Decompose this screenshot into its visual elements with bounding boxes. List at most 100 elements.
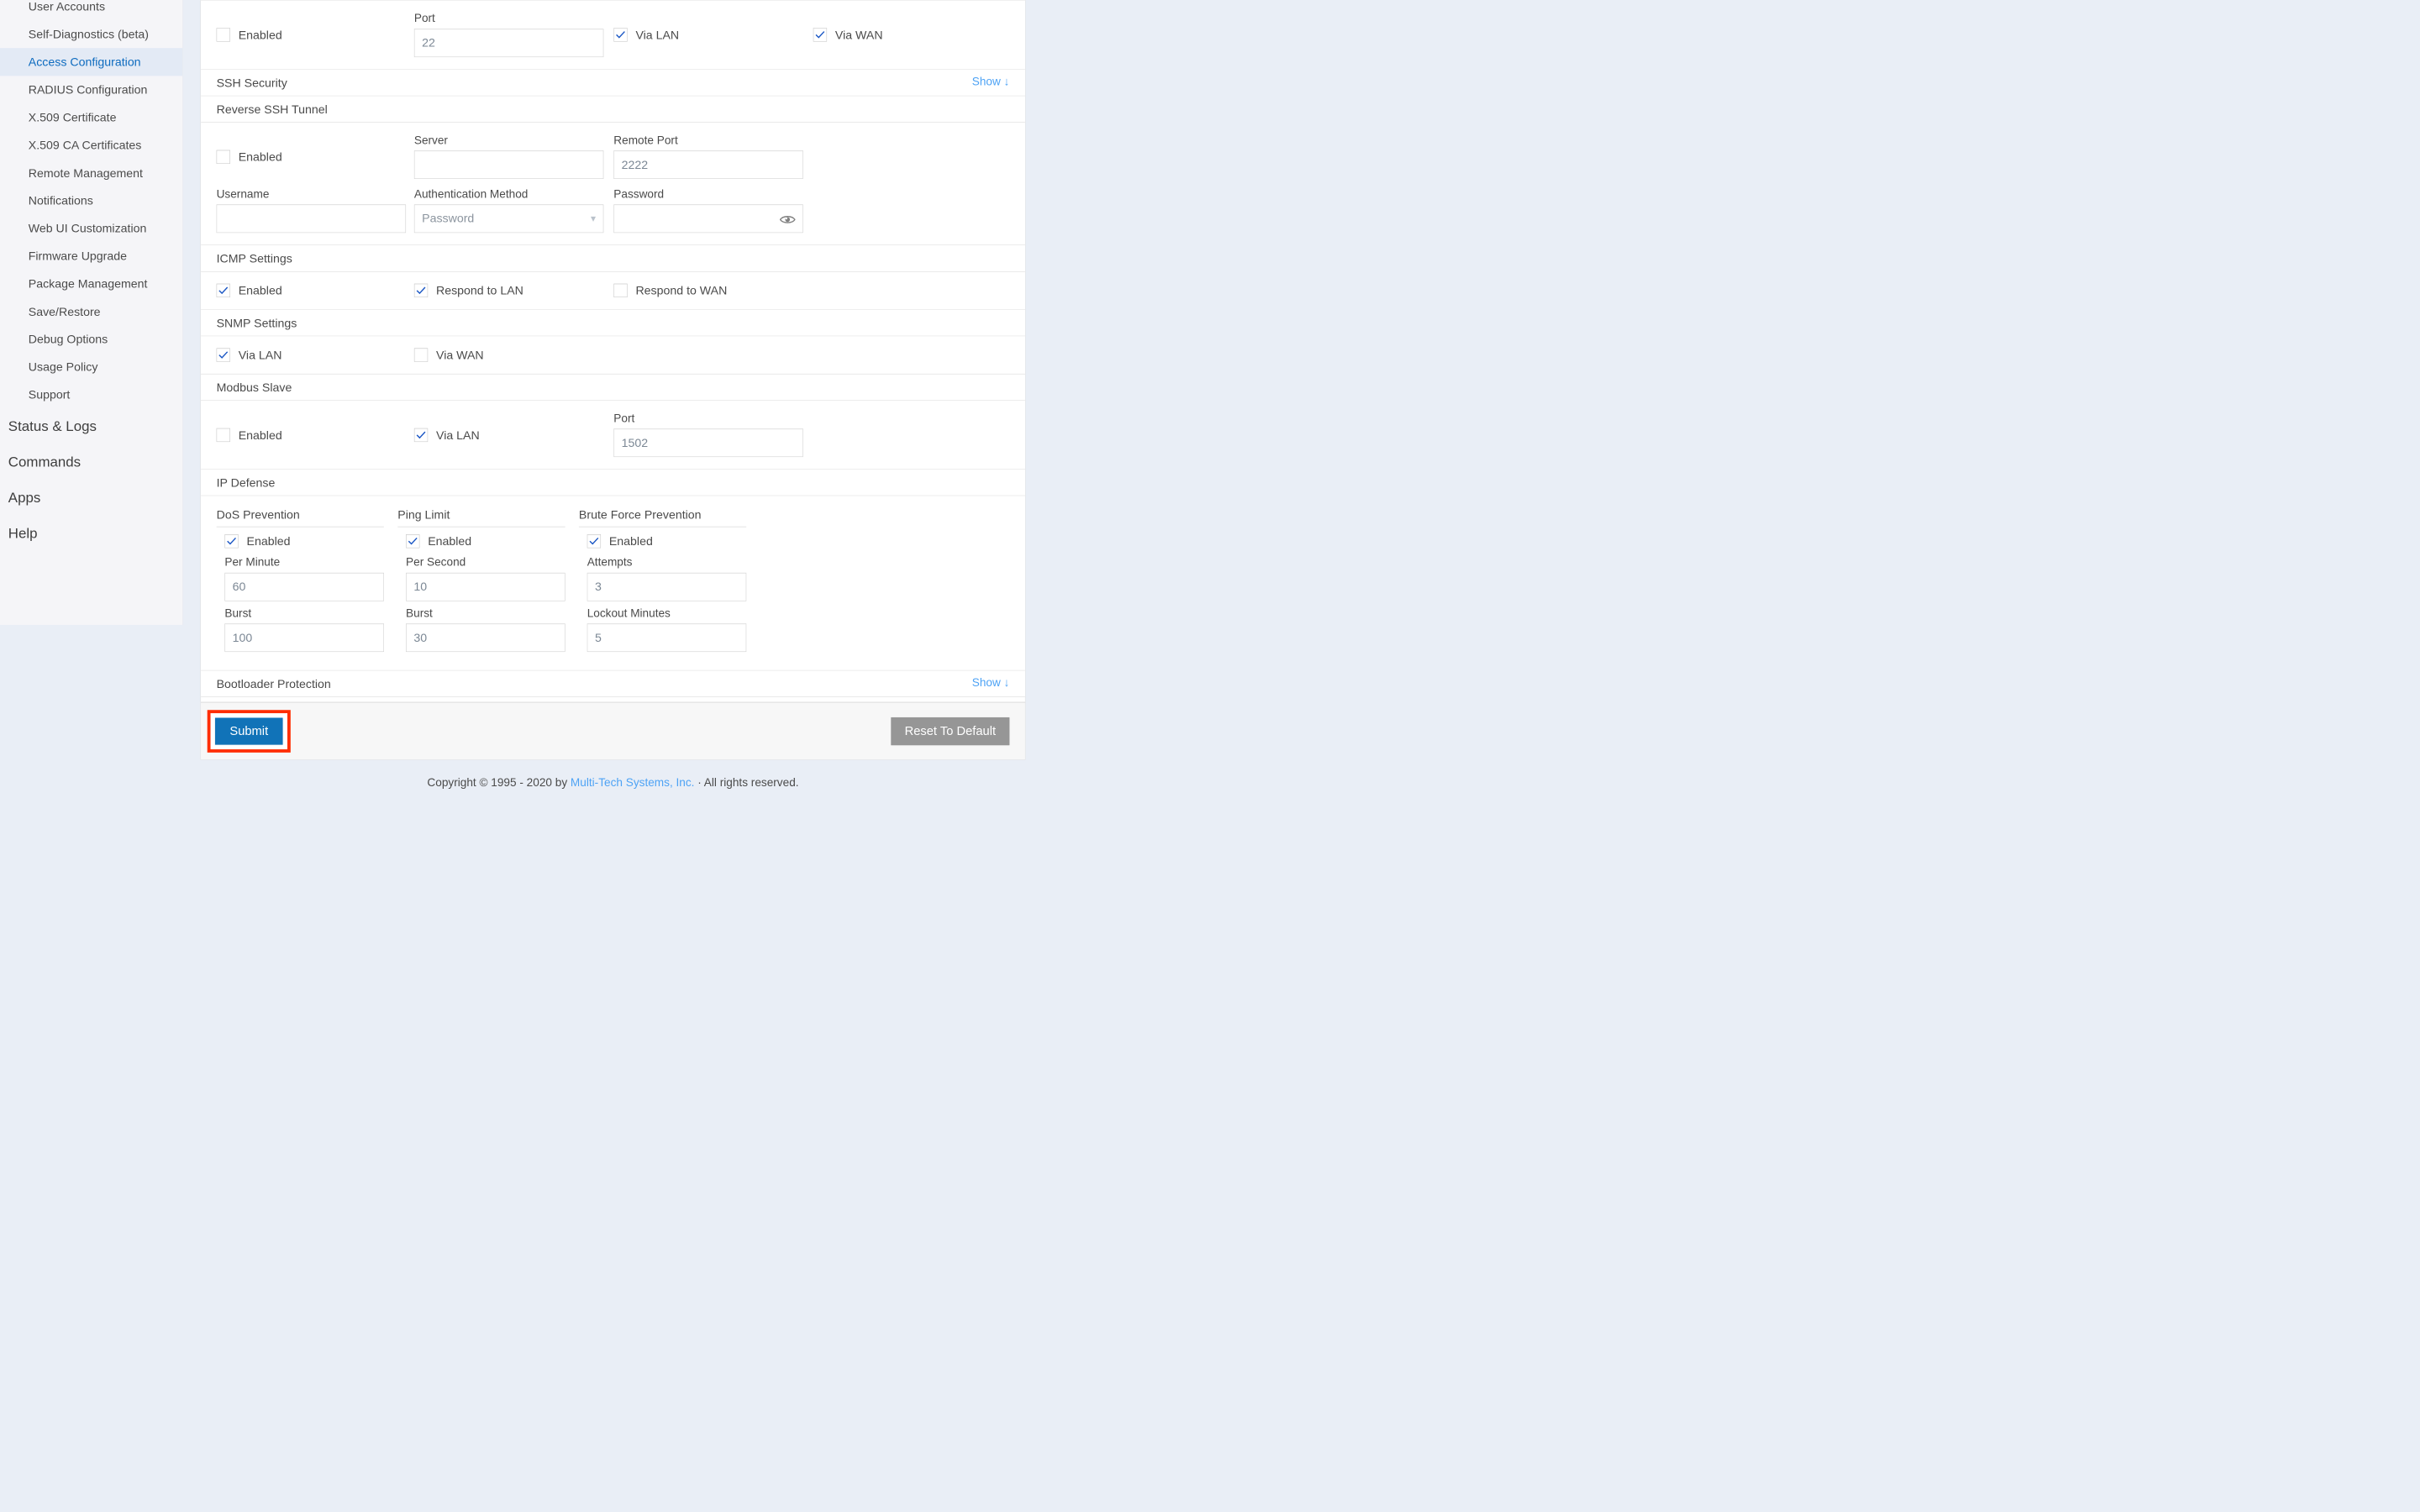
ping-enabled-label: Enabled xyxy=(428,534,472,549)
dos-burst-label: Burst xyxy=(224,606,252,620)
ip-defense-row: DoS Prevention Enabled Per Minute 60 Bur… xyxy=(201,496,1025,671)
sidebar-item-x509-certificate[interactable]: X.509 Certificate xyxy=(0,103,182,131)
rssh-username-input[interactable] xyxy=(216,204,407,233)
icmp-respond-lan-label: Respond to LAN xyxy=(436,283,523,297)
snmp-via-wan-label: Via WAN xyxy=(436,348,484,362)
rssh-auth-method-select[interactable]: Password ▾ xyxy=(413,204,604,233)
sidebar-item-apps[interactable]: Apps xyxy=(0,480,182,516)
rssh-auth-method-value: Password xyxy=(422,211,475,225)
sidebar-item-access-configuration[interactable]: Access Configuration xyxy=(0,48,183,76)
checkbox-checked-icon xyxy=(216,348,230,362)
sidebar-item-web-ui-customization[interactable]: Web UI Customization xyxy=(0,214,182,242)
ssh-via-lan-checkbox[interactable]: Via LAN xyxy=(613,13,805,42)
checkbox-checked-icon xyxy=(813,28,828,42)
brute-enabled-checkbox[interactable]: Enabled xyxy=(587,534,747,549)
rssh-enabled-checkbox[interactable]: Enabled xyxy=(216,134,406,164)
dos-per-minute-input[interactable]: 60 xyxy=(224,572,384,601)
submit-button[interactable]: Submit xyxy=(214,717,283,745)
rssh-server-label: Server xyxy=(413,134,448,147)
ip-defense-section-header: IP Defense xyxy=(201,469,1025,496)
sidebar-item-label: Web UI Customization xyxy=(28,221,147,235)
sidebar-item-notifications[interactable]: Notifications xyxy=(0,186,182,214)
modbus-slave-row: Enabled Via LAN Port 1502 xyxy=(201,400,1025,470)
modbus-via-lan-col: Via LAN xyxy=(413,412,613,442)
sidebar-item-label: Remote Management xyxy=(28,165,143,180)
reverse-ssh-tunnel-title: Reverse SSH Tunnel xyxy=(216,102,328,117)
sidebar-item-user-accounts[interactable]: User Accounts xyxy=(0,0,182,20)
bootloader-protection-show-link[interactable]: Show ↓ xyxy=(972,676,1010,690)
sidebar-item-radius-configuration[interactable]: RADIUS Configuration xyxy=(0,76,182,103)
ssh-enabled-checkbox[interactable]: Enabled xyxy=(216,13,406,42)
reset-to-default-button[interactable]: Reset To Default xyxy=(891,717,1010,746)
icmp-respond-wan-label: Respond to WAN xyxy=(635,283,728,297)
sidebar-item-label: Commands xyxy=(8,454,82,470)
ping-per-second-input[interactable]: 10 xyxy=(406,572,566,601)
rssh-password-input[interactable] xyxy=(613,204,803,233)
rssh-enabled-label: Enabled xyxy=(238,150,282,164)
ip-defense-title: IP Defense xyxy=(216,475,276,490)
icmp-settings-section-header: ICMP Settings xyxy=(201,244,1025,272)
ssh-security-show-link[interactable]: Show ↓ xyxy=(972,75,1010,88)
sidebar-item-status-and-logs[interactable]: Status & Logs xyxy=(0,408,182,444)
reverse-ssh-tunnel-section-header: Reverse SSH Tunnel xyxy=(201,96,1025,123)
rssh-server-input[interactable] xyxy=(413,150,604,179)
checkbox-icon xyxy=(613,283,628,297)
sidebar-item-label: User Accounts xyxy=(28,0,106,13)
brute-force-prevention-title: Brute Force Prevention xyxy=(578,508,747,528)
modbus-via-lan-checkbox[interactable]: Via LAN xyxy=(413,412,606,442)
sidebar-item-label: X.509 CA Certificates xyxy=(28,138,142,152)
checkbox-checked-icon xyxy=(224,534,239,549)
snmp-settings-title: SNMP Settings xyxy=(216,316,297,330)
dos-enabled-checkbox[interactable]: Enabled xyxy=(224,534,384,549)
sidebar-item-x509-ca-certificates[interactable]: X.509 CA Certificates xyxy=(0,131,182,159)
ssh-via-wan-col: Via WAN xyxy=(813,13,997,42)
icmp-enabled-checkbox[interactable]: Enabled xyxy=(216,283,406,297)
dos-burst-input[interactable]: 100 xyxy=(224,623,384,653)
rssh-remote-port-input[interactable]: 2222 xyxy=(613,150,803,179)
modbus-enabled-checkbox[interactable]: Enabled xyxy=(216,412,406,442)
sidebar-item-support[interactable]: Support xyxy=(0,381,182,408)
sidebar-item-remote-management[interactable]: Remote Management xyxy=(0,159,182,186)
sidebar-item-usage-policy[interactable]: Usage Policy xyxy=(0,353,182,381)
multitech-link[interactable]: Multi-Tech Systems, Inc. xyxy=(571,776,695,789)
ssh-via-wan-label: Via WAN xyxy=(834,28,883,42)
rssh-username-label: Username xyxy=(216,187,270,201)
brute-attempts-input[interactable]: 3 xyxy=(587,572,747,601)
snmp-via-lan-checkbox[interactable]: Via LAN xyxy=(216,348,406,362)
ssh-enabled-col: Enabled xyxy=(216,13,414,42)
ssh-port-input[interactable]: 22 xyxy=(413,29,604,57)
snmp-via-lan-label: Via LAN xyxy=(238,348,282,362)
eye-icon[interactable] xyxy=(779,213,796,223)
modbus-via-lan-label: Via LAN xyxy=(436,428,480,442)
access-configuration-page: User Accounts Self-Diagnostics (beta) Ac… xyxy=(0,0,2420,1512)
sidebar-item-firmware-upgrade[interactable]: Firmware Upgrade xyxy=(0,242,182,270)
ping-burst-input[interactable]: 30 xyxy=(406,623,566,653)
card-bottom-spacer xyxy=(201,697,1025,701)
sidebar-item-package-management[interactable]: Package Management xyxy=(0,270,182,297)
ssh-via-wan-checkbox[interactable]: Via WAN xyxy=(813,13,988,42)
checkbox-icon xyxy=(216,150,230,164)
sidebar-item-save-restore[interactable]: Save/Restore xyxy=(0,297,182,325)
rssh-server-col: Server xyxy=(413,134,613,179)
sidebar-item-self-diagnostics[interactable]: Self-Diagnostics (beta) xyxy=(0,20,182,48)
icmp-respond-lan-checkbox[interactable]: Respond to LAN xyxy=(413,283,606,297)
ssh-port-col: Port 22 xyxy=(413,12,613,57)
ping-enabled-checkbox[interactable]: Enabled xyxy=(406,534,566,549)
brute-lockout-input[interactable]: 5 xyxy=(587,623,747,653)
sidebar-item-commands[interactable]: Commands xyxy=(0,444,182,480)
snmp-via-wan-checkbox[interactable]: Via WAN xyxy=(413,348,606,362)
ssh-settings-row: Enabled Port 22 Via LAN Via WAN xyxy=(201,0,1025,70)
rssh-auth-method-label: Authentication Method xyxy=(413,187,529,201)
ssh-enabled-label: Enabled xyxy=(238,28,282,42)
icmp-respond-lan-col: Respond to LAN xyxy=(413,283,613,297)
copyright-prefix: Copyright © 1995 - 2020 by xyxy=(427,776,571,790)
sidebar-item-help[interactable]: Help xyxy=(0,516,182,552)
ping-limit-col: Ping Limit Enabled Per Second 10 Burst 3… xyxy=(397,508,579,659)
sidebar-item-label: Apps xyxy=(8,489,41,506)
icmp-respond-wan-checkbox[interactable]: Respond to WAN xyxy=(613,283,805,297)
modbus-enabled-col: Enabled xyxy=(216,412,414,442)
modbus-port-col: Port 1502 xyxy=(613,412,813,458)
modbus-port-input[interactable]: 1502 xyxy=(613,428,803,458)
sidebar-item-debug-options[interactable]: Debug Options xyxy=(0,325,182,353)
icmp-enabled-label: Enabled xyxy=(238,283,282,297)
